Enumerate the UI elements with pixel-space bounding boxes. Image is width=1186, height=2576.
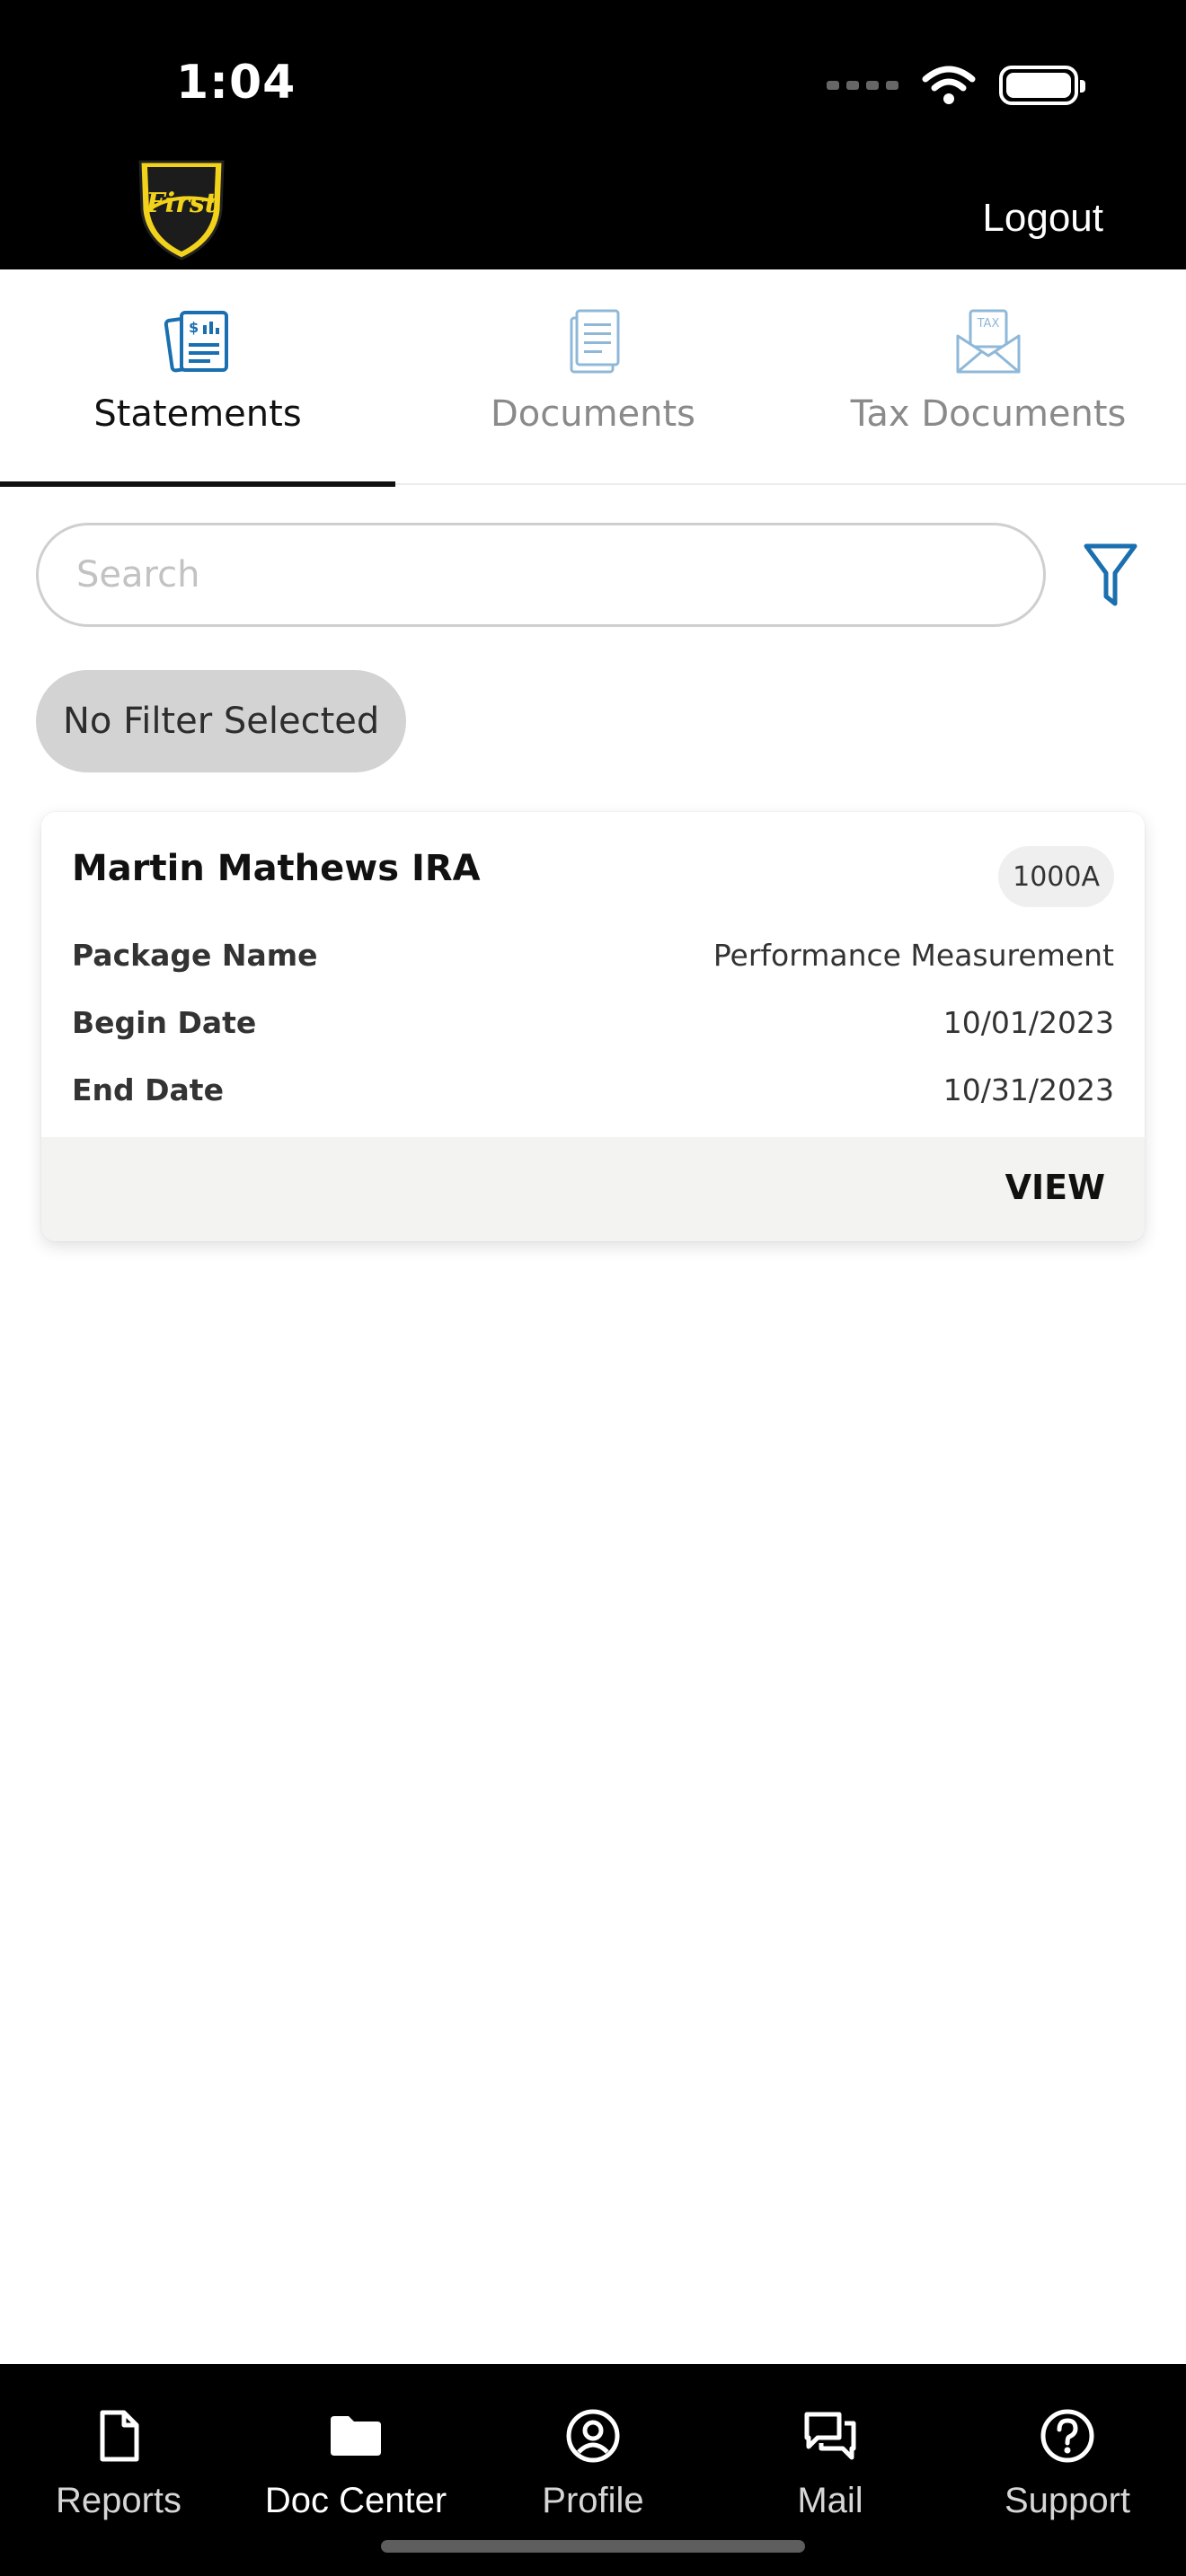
field-label: Package Name [72, 938, 318, 973]
tab-label: Tax Documents [850, 393, 1127, 435]
doc-center-tabs: $ Statements Documents TAX Tax Documents [0, 269, 1186, 487]
svg-text:First: First [145, 188, 217, 219]
home-indicator[interactable] [381, 2540, 805, 2553]
status-time: 1:04 [176, 56, 296, 110]
chat-icon [804, 2412, 856, 2460]
tab-statements[interactable]: $ Statements [0, 269, 395, 487]
filter-button[interactable] [1075, 535, 1146, 614]
nav-reports[interactable]: Reports [0, 2364, 237, 2544]
statement-card: Martin Mathews IRA 1000A Package Name Pe… [41, 812, 1145, 1241]
statement-icon: $ [164, 311, 228, 373]
field-value: Performance Measurement [712, 938, 1114, 973]
field-row: Package Name Performance Measurement [72, 938, 1114, 973]
tax-document-icon: TAX [956, 309, 1021, 374]
svg-text:$: $ [189, 319, 199, 336]
account-name: Martin Mathews IRA [72, 848, 481, 889]
cellular-signal-icon [827, 81, 898, 90]
brand-logo: First [138, 160, 225, 260]
file-icon [100, 2410, 139, 2462]
nav-label: Mail [797, 2481, 863, 2520]
field-label: Begin Date [72, 1005, 257, 1040]
search-input[interactable] [36, 523, 1046, 627]
nav-doc-center[interactable]: Doc Center [237, 2364, 474, 2544]
help-icon [1040, 2409, 1094, 2463]
field-label: End Date [72, 1072, 224, 1107]
nav-support[interactable]: Support [949, 2364, 1186, 2544]
wifi-icon [922, 66, 976, 104]
folder-icon [331, 2416, 381, 2456]
status-icons [827, 65, 1085, 106]
filter-icon [1084, 543, 1137, 606]
field-row: End Date 10/31/2023 [72, 1072, 1114, 1107]
tab-documents[interactable]: Documents [395, 269, 791, 485]
profile-icon [566, 2409, 620, 2463]
svg-text:TAX: TAX [977, 317, 1000, 331]
card-footer: VIEW [41, 1137, 1145, 1241]
account-number-badge: 1000A [998, 846, 1114, 907]
nav-mail[interactable]: Mail [712, 2364, 949, 2544]
nav-label: Doc Center [264, 2481, 447, 2520]
nav-label: Profile [542, 2481, 644, 2520]
tab-label: Documents [490, 393, 696, 435]
field-value: 10/31/2023 [943, 1072, 1114, 1107]
filter-chip[interactable]: No Filter Selected [36, 670, 407, 772]
logout-button[interactable]: Logout [982, 196, 1103, 241]
field-value: 10/01/2023 [943, 1005, 1114, 1040]
nav-profile[interactable]: Profile [474, 2364, 712, 2544]
document-icon [570, 309, 620, 374]
tab-tax-documents[interactable]: TAX Tax Documents [791, 269, 1186, 485]
field-row: Begin Date 10/01/2023 [72, 1005, 1114, 1040]
nav-label: Support [1004, 2481, 1131, 2520]
tab-label: Statements [93, 393, 302, 435]
app-header: 1:04 First Logout [0, 0, 1186, 269]
nav-label: Reports [55, 2481, 182, 2520]
view-button[interactable]: VIEW [1005, 1168, 1105, 1207]
battery-icon [999, 66, 1085, 105]
